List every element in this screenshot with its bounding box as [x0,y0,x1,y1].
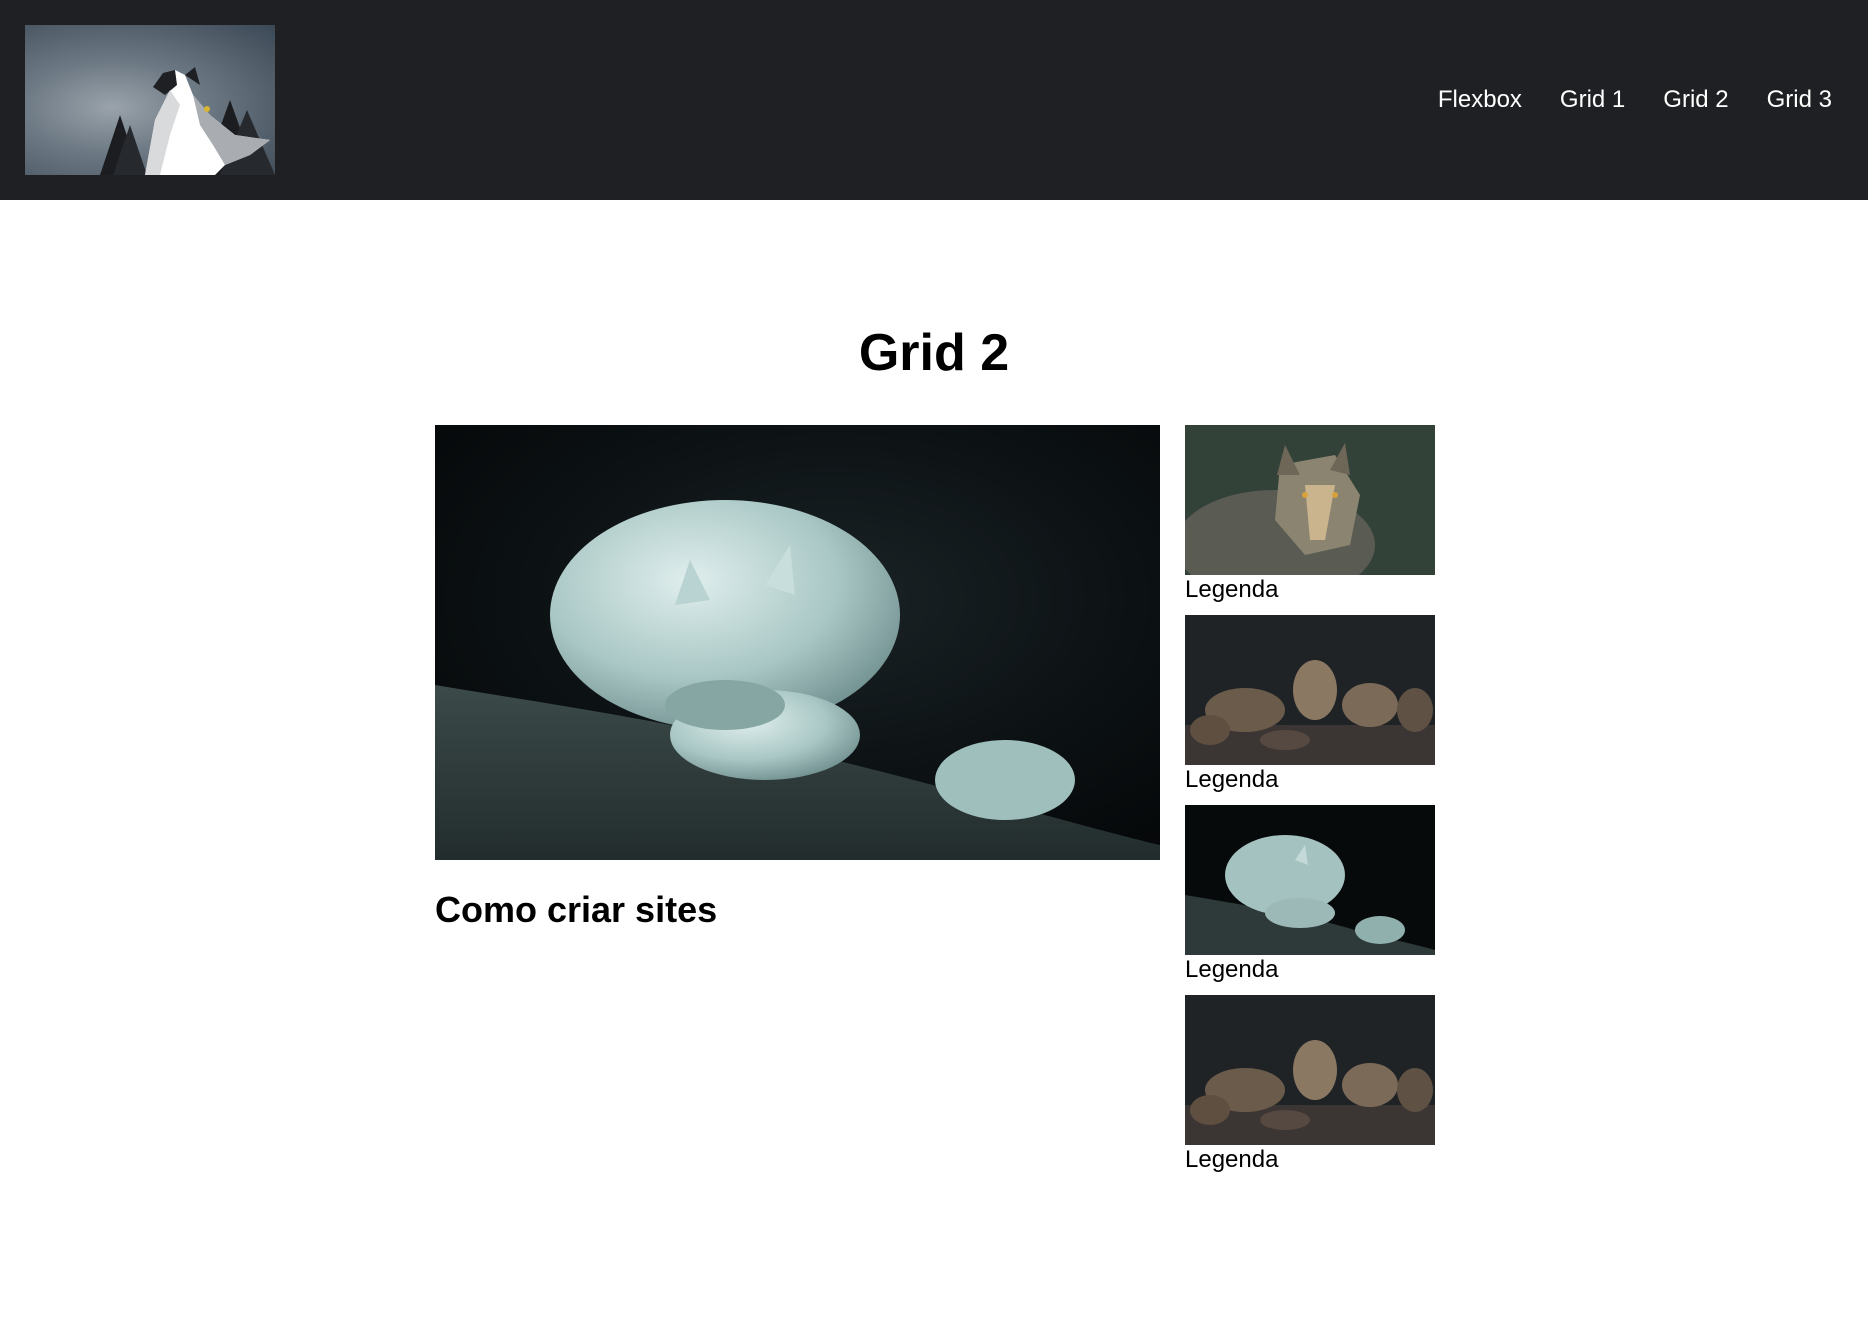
page-title: Grid 2 [858,324,1010,382]
thumbnail-image[interactable] [1185,805,1435,955]
thumbnail-card[interactable]: Legenda [1185,615,1435,795]
thumbnail-card[interactable]: Legenda [1185,425,1435,605]
gray-wolf-portrait-photo-icon [1185,425,1435,575]
thumbnail-image[interactable] [1185,995,1435,1145]
howling-wolf-logo-icon [100,67,275,175]
sleeping-white-wolf-photo-icon [1185,805,1435,955]
thumbnail-caption: Legenda [1185,956,1279,983]
logo-link[interactable] [25,25,275,175]
sleeping-white-wolf-photo-icon [435,425,1160,860]
wolf-pack-photo-icon [1185,615,1435,765]
thumbnail-caption: Legenda [1185,576,1279,603]
nav-link-grid-3[interactable]: Grid 3 [1767,86,1832,114]
wolf-pack-photo-icon [1185,995,1435,1145]
nav-link-grid-2[interactable]: Grid 2 [1663,86,1728,114]
thumbnail-card[interactable]: Legenda [1185,805,1435,985]
thumbnail-image[interactable] [1185,425,1435,575]
nav-link-flexbox[interactable]: Flexbox [1438,86,1522,114]
feature-image [435,425,1160,860]
main-nav: Flexbox Grid 1 Grid 2 Grid 3 [1438,0,1832,200]
site-header: Flexbox Grid 1 Grid 2 Grid 3 [0,0,1868,200]
nav-link-grid-1[interactable]: Grid 1 [1560,86,1625,114]
thumbnail-image[interactable] [1185,615,1435,765]
thumbnail-caption: Legenda [1185,1146,1279,1173]
thumbnail-card[interactable]: Legenda [1185,995,1435,1175]
feature-heading: Como criar sites [435,889,718,930]
thumbnail-caption: Legenda [1185,766,1279,793]
